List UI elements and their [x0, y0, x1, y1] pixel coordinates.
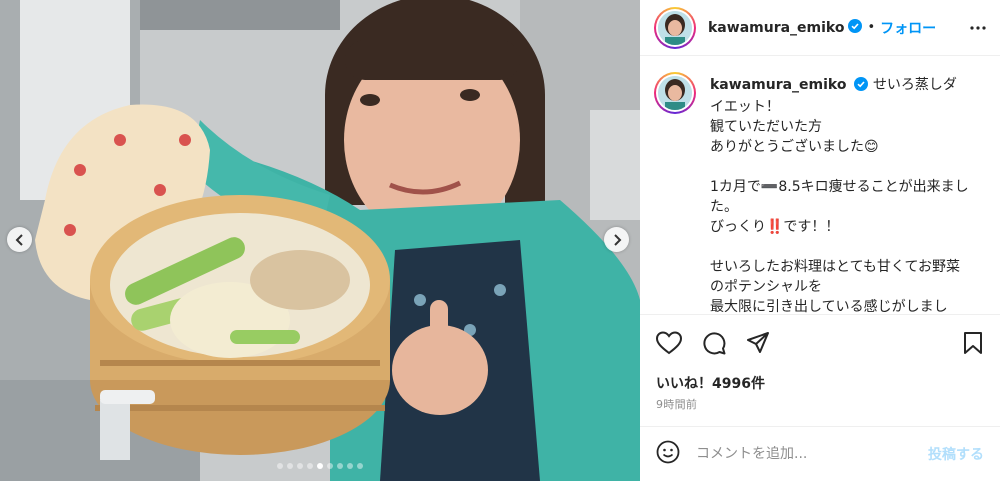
- more-icon[interactable]: [970, 20, 986, 40]
- post-caption: kawamura_emiko せいろ蒸しダイエット！ 観ていただいた方 ありがと…: [710, 75, 970, 314]
- post-side-panel: kawamura_emiko • フォロー kawamura_emiko せいろ…: [640, 0, 1000, 481]
- header-username[interactable]: kawamura_emiko: [708, 20, 844, 36]
- emoji-icon[interactable]: [656, 440, 680, 468]
- post-photo: [0, 0, 640, 481]
- likes-count[interactable]: いいね！4996件: [656, 373, 765, 393]
- comment-input[interactable]: [696, 446, 906, 462]
- avatar[interactable]: [654, 6, 696, 49]
- post-comment-button[interactable]: 投稿する: [928, 444, 984, 464]
- carousel-indicator: [0, 463, 640, 469]
- caption-avatar[interactable]: [654, 72, 696, 114]
- carousel-dot: [347, 463, 353, 469]
- heart-icon[interactable]: [655, 331, 683, 359]
- caption-row: kawamura_emiko せいろ蒸しダイエット！ 観ていただいた方 ありがと…: [654, 72, 984, 314]
- follow-button[interactable]: フォロー: [880, 18, 936, 38]
- caption-text: せいろ蒸しダイエット！ 観ていただいた方 ありがとうございました😊 1カ月で➖8…: [710, 77, 969, 314]
- comment-form: 投稿する: [640, 426, 1000, 481]
- caption-username[interactable]: kawamura_emiko: [710, 77, 846, 93]
- chevron-right-icon: [613, 233, 621, 246]
- previous-slide-button[interactable]: [7, 227, 32, 252]
- action-bar: [640, 314, 1000, 374]
- carousel-dot: [337, 463, 343, 469]
- post-header: kawamura_emiko • フォロー: [640, 0, 1000, 56]
- post-timestamp[interactable]: 9時間前: [656, 396, 697, 412]
- carousel-dot: [317, 463, 323, 469]
- comment-icon[interactable]: [702, 331, 726, 359]
- post-media[interactable]: [0, 0, 640, 481]
- bookmark-icon[interactable]: [962, 331, 984, 359]
- share-icon[interactable]: [746, 331, 770, 359]
- header-separator: •: [867, 20, 876, 35]
- carousel-dot: [307, 463, 313, 469]
- chevron-left-icon: [15, 233, 23, 246]
- next-slide-button[interactable]: [604, 227, 629, 252]
- verified-icon: [854, 77, 869, 97]
- carousel-dot: [297, 463, 303, 469]
- comments-section: kawamura_emiko せいろ蒸しダイエット！ 観ていただいた方 ありがと…: [640, 56, 1000, 314]
- carousel-dot: [357, 463, 363, 469]
- verified-icon: [848, 18, 863, 37]
- carousel-dot: [287, 463, 293, 469]
- carousel-dot: [277, 463, 283, 469]
- carousel-dot: [327, 463, 333, 469]
